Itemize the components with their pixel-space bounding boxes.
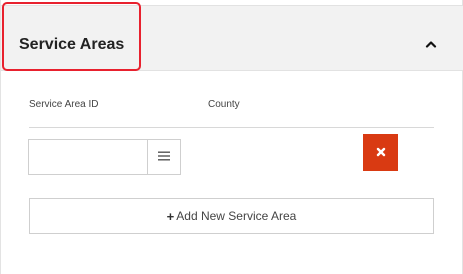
chevron-up-icon[interactable] bbox=[421, 34, 441, 54]
service-areas-panel: Service Areas Service Area ID County + A… bbox=[0, 0, 463, 274]
add-new-service-area-button[interactable]: + Add New Service Area bbox=[29, 198, 434, 234]
header-divider bbox=[29, 127, 434, 128]
add-button-label: Add New Service Area bbox=[176, 209, 297, 223]
list-icon bbox=[158, 148, 170, 166]
plus-icon: + bbox=[166, 208, 175, 224]
column-header-county: County bbox=[208, 99, 240, 110]
service-area-id-input[interactable] bbox=[29, 140, 147, 174]
column-header-service-area-id: Service Area ID bbox=[29, 99, 99, 110]
title-highlight-box bbox=[2, 2, 141, 71]
service-area-id-field bbox=[28, 139, 181, 175]
lookup-button[interactable] bbox=[147, 140, 180, 174]
times-icon bbox=[376, 144, 386, 162]
remove-row-button[interactable] bbox=[363, 134, 398, 171]
